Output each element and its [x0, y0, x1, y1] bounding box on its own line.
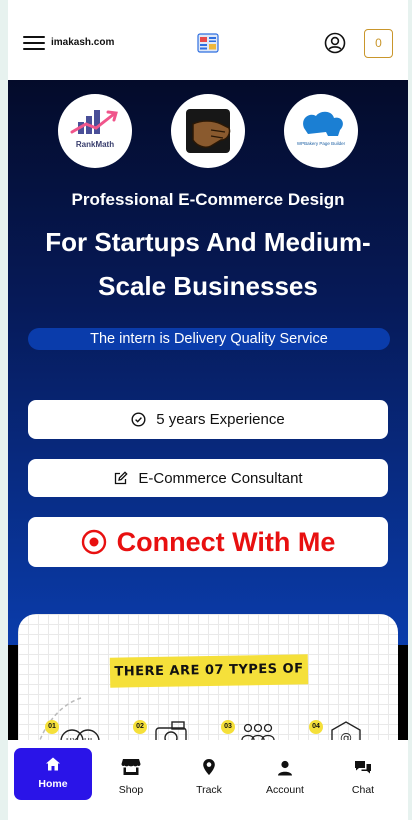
wpbakery-logo: WPBakery Page Builder [284, 94, 358, 168]
tagline-pill: The intern is Delivery Quality Service [28, 328, 390, 350]
nav-item-chat[interactable]: Chat [324, 748, 402, 800]
site-logo-icon[interactable] [196, 31, 220, 55]
elementor-like-logo [171, 94, 245, 168]
wpbakery-label: WPBakery Page Builder [296, 141, 346, 146]
nav-label-track: Track [196, 784, 222, 796]
check-circle-icon [131, 412, 146, 427]
account-icon[interactable] [324, 32, 346, 54]
connect-label: Connect With Me [116, 526, 336, 557]
rankmath-label: RankMath [75, 140, 115, 149]
site-brand[interactable]: imakash.com [51, 37, 114, 48]
step-badge: 01 [45, 720, 59, 734]
nav-item-track[interactable]: Track [170, 748, 248, 800]
hero-title: For Startups And Medium-Scale Businesses [45, 227, 371, 301]
experience-button[interactable]: 5 years Experience [28, 400, 388, 439]
edit-icon [113, 470, 128, 486]
step-badge: 02 [133, 720, 147, 734]
nav-item-shop[interactable]: Shop [92, 748, 170, 800]
home-icon [14, 748, 92, 772]
types-banner: THERE ARE 07 TYPES OF [109, 654, 309, 688]
hero-subtitle: Professional E-Commerce Design [71, 190, 345, 209]
menu-icon[interactable] [23, 36, 45, 50]
nav-item-account[interactable]: Account [246, 748, 324, 800]
rankmath-logo: RankMath [58, 94, 132, 168]
consultant-label: E-Commerce Consultant [138, 469, 303, 487]
user-icon [246, 752, 324, 776]
nav-label-home: Home [38, 778, 68, 790]
nav-item-home[interactable]: Home [14, 748, 92, 800]
location-pin-icon [170, 752, 248, 776]
rankmath-chart-icon [70, 110, 118, 134]
nav-label-chat: Chat [351, 784, 375, 796]
shop-icon [92, 752, 170, 776]
wpbakery-cloud-icon [303, 111, 343, 136]
page-frame: imakash.com 0 RankMath WPBakery Page Bui… [8, 0, 408, 820]
nav-label-account: Account [266, 784, 304, 796]
experience-label: 5 years Experience [156, 411, 285, 428]
site-header: imakash.com 0 [8, 0, 408, 80]
hero-section: RankMath WPBakery Page Builder Professio… [8, 80, 408, 645]
step-badge: 04 [309, 720, 323, 734]
hand-logo-icon [186, 109, 231, 153]
consultant-button[interactable]: E-Commerce Consultant [28, 459, 388, 497]
chat-icon [324, 752, 402, 776]
connect-button[interactable]: Connect With Me [28, 517, 388, 567]
step-badge: 03 [221, 720, 235, 734]
cart-button[interactable]: 0 [364, 29, 393, 58]
target-icon [81, 529, 107, 555]
nav-label-shop: Shop [118, 784, 144, 796]
bottom-nav: Home Shop Track Account Chat [8, 740, 408, 820]
